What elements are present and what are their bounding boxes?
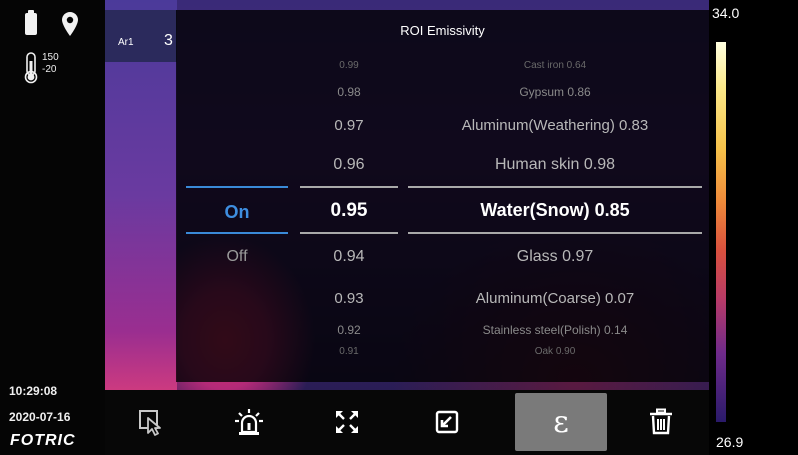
range-low: -20 (42, 64, 57, 75)
thermometer-icon (24, 52, 38, 84)
color-scale-min: 26.9 (716, 434, 744, 450)
export-button[interactable] (417, 393, 477, 451)
material-divider-top (408, 186, 702, 188)
area-label: Ar1 (118, 37, 134, 48)
value-divider-bottom (300, 232, 398, 234)
range-high: 150 (42, 52, 59, 63)
material-divider-bottom (408, 232, 702, 234)
clock-time: 10:29:08 (9, 384, 58, 398)
emissivity-value-option[interactable]: 0.98 (300, 85, 398, 99)
material-option[interactable]: Human skin 0.98 (408, 156, 702, 174)
emissivity-value-option[interactable]: 0.93 (300, 290, 398, 307)
material-option[interactable]: Gypsum 0.86 (408, 85, 702, 99)
emissivity-value-option[interactable]: 0.94 (300, 248, 398, 266)
alarm-button[interactable] (219, 393, 279, 451)
alarm-icon (235, 409, 263, 435)
material-option[interactable]: Stainless steel(Polish) 0.14 (408, 323, 702, 337)
emissivity-icon: ε (553, 404, 569, 440)
material-option[interactable]: Aluminum(Weathering) 0.83 (408, 117, 702, 134)
switch-option-off[interactable]: Off (186, 248, 288, 266)
fullscreen-icon (336, 411, 358, 433)
location-pin-icon (62, 12, 78, 36)
emissivity-value-option[interactable]: 0.91 (300, 346, 398, 357)
temperature-range: 150 -20 (42, 52, 59, 76)
emissivity-value-option[interactable]: 0.92 (300, 323, 398, 337)
trash-icon (650, 408, 672, 435)
status-column: 150 -20 10:29:08 2020-07-16 FOTRIC (0, 0, 105, 455)
color-scale-max: 34.0 (712, 5, 740, 21)
emissivity-value-option[interactable]: 0.99 (300, 60, 398, 71)
switch-divider-bottom (186, 232, 288, 234)
clock-date: 2020-07-16 (9, 410, 71, 424)
material-option[interactable]: Cast iron 0.64 (408, 60, 702, 71)
delete-button[interactable] (631, 393, 691, 451)
area-value: 3 (164, 32, 173, 49)
color-scale-bar (716, 42, 726, 422)
emissivity-value-option[interactable]: 0.96 (300, 156, 398, 174)
fullscreen-button[interactable] (317, 393, 377, 451)
select-cursor-icon (139, 410, 161, 436)
bottom-toolbar: ε (105, 390, 709, 455)
picker-wheels: On Off 0.99 0.98 0.97 0.96 0.95 0.94 0.9… (176, 10, 709, 382)
value-divider-top (300, 186, 398, 188)
export-icon (435, 410, 459, 434)
emissivity-value-option[interactable]: 0.97 (300, 117, 398, 134)
switch-option-on[interactable]: On (186, 202, 288, 223)
roi-emissivity-dialog: ROI Emissivity On Off 0.99 0.98 0.97 0.9… (176, 10, 709, 382)
material-option[interactable]: Glass 0.97 (408, 248, 702, 266)
emissivity-button[interactable]: ε (515, 393, 607, 451)
emissivity-value-selected[interactable]: 0.95 (300, 200, 398, 222)
brand-logo: FOTRIC (10, 432, 76, 449)
select-cursor-button[interactable] (121, 393, 181, 451)
battery-icon (25, 10, 37, 35)
material-option[interactable]: Oak 0.90 (408, 346, 702, 357)
material-selected[interactable]: Water(Snow) 0.85 (408, 200, 702, 221)
switch-divider-top (186, 186, 288, 188)
material-option[interactable]: Aluminum(Coarse) 0.07 (408, 290, 702, 307)
